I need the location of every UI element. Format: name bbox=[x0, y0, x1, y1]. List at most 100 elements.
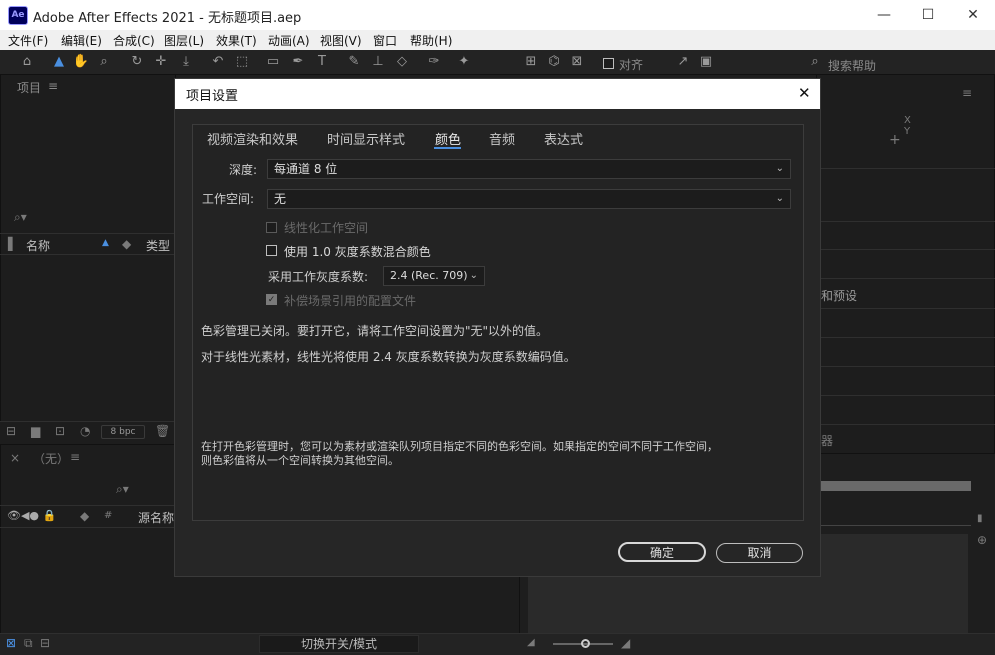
local-axis-icon[interactable]: ⊞ bbox=[522, 54, 540, 70]
working-gamma-dropdown[interactable]: 2.4 (Rec. 709) ⌄ bbox=[383, 266, 485, 286]
project-settings-icon[interactable]: ◔ bbox=[80, 424, 90, 438]
zoom-out-icon[interactable]: ◢ bbox=[527, 637, 535, 648]
ok-button[interactable]: 确定 bbox=[618, 542, 706, 562]
toggle-modes-icon[interactable]: ⧉ bbox=[24, 636, 33, 651]
cancel-button[interactable]: 取消 bbox=[716, 543, 803, 563]
info-linear-light: 对于线性光素材，线性光将使用 2.4 灰度系数转换为灰度系数编码值。 bbox=[201, 350, 576, 364]
pen-tool-icon[interactable]: ✒ bbox=[289, 54, 307, 70]
column-header-name[interactable]: 名称 bbox=[26, 237, 50, 254]
undo-tool-icon[interactable]: ↶ bbox=[209, 54, 227, 70]
toggle-switches-modes-button[interactable]: 切换开关/模式 bbox=[259, 635, 419, 653]
view-axis-icon[interactable]: ⊠ bbox=[568, 54, 586, 70]
camera-tool-icon[interactable]: ✛ bbox=[152, 54, 170, 70]
dialog-close-button[interactable]: ✕ bbox=[798, 84, 811, 102]
timeline-nav-icon[interactable]: ▮ bbox=[977, 513, 983, 524]
workspace-icon[interactable]: ▣ bbox=[697, 54, 715, 70]
menu-composition[interactable]: 合成(C) bbox=[113, 32, 155, 49]
eraser-tool-icon[interactable]: ◇ bbox=[393, 54, 411, 70]
project-panel bbox=[0, 74, 176, 444]
zoom-slider-handle[interactable] bbox=[581, 639, 590, 648]
workspace-value: 无 bbox=[274, 192, 287, 206]
chevron-down-icon: ⌄ bbox=[775, 193, 784, 204]
column-header-type[interactable]: 类型 bbox=[146, 237, 170, 254]
toggle-switches-icon[interactable]: ⊠ bbox=[6, 636, 16, 650]
project-settings-dialog: 项目设置 ✕ 视频渲染和效果 时间显示样式 颜色 音频 表达式 深度: 每通道 … bbox=[174, 78, 821, 577]
clone-stamp-tool-icon[interactable]: ⊥ bbox=[369, 54, 387, 70]
timeline-footer bbox=[0, 633, 995, 655]
minimize-button[interactable]: — bbox=[862, 0, 906, 30]
divider bbox=[816, 395, 995, 396]
anchor-tool-icon[interactable]: ⬚ bbox=[233, 54, 251, 70]
menu-window[interactable]: 窗口 bbox=[373, 32, 397, 49]
project-search-icon[interactable]: ⌕▾ bbox=[14, 210, 27, 225]
puppet-tool-icon[interactable]: ✦ bbox=[455, 54, 473, 70]
menu-animation[interactable]: 动画(A) bbox=[268, 32, 310, 49]
menu-help[interactable]: 帮助(H) bbox=[410, 32, 452, 49]
maximize-button[interactable]: ☐ bbox=[906, 0, 950, 30]
timeline-comp-name[interactable]: （无） bbox=[33, 450, 69, 467]
bpc-button[interactable]: 8 bpc bbox=[101, 425, 145, 439]
align-label: 对齐 bbox=[619, 58, 644, 72]
linearize-workspace-checkbox[interactable] bbox=[266, 222, 277, 233]
project-panel-title[interactable]: 项目 bbox=[17, 79, 41, 96]
zoom-in-icon[interactable]: ◢ bbox=[621, 636, 630, 650]
panel-partial-label[interactable]: 器 bbox=[821, 432, 833, 449]
snap-icon[interactable]: ↗ bbox=[674, 54, 692, 70]
column-header-source-name[interactable]: 源名称 bbox=[138, 509, 174, 526]
working-gamma-value: 2.4 (Rec. 709) bbox=[390, 269, 468, 282]
tab-time-display[interactable]: 时间显示样式 bbox=[327, 129, 405, 148]
pan-behind-tool-icon[interactable]: ⤓ bbox=[177, 54, 195, 70]
depth-label: 深度: bbox=[229, 163, 258, 177]
divider bbox=[816, 424, 995, 425]
info-y-label: Y bbox=[904, 126, 911, 137]
menu-file[interactable]: 文件(F) bbox=[8, 32, 48, 49]
work-area-bar[interactable] bbox=[816, 481, 971, 491]
new-folder-icon[interactable]: ▆ bbox=[31, 424, 40, 438]
zoom-tool-icon[interactable]: ⌕ bbox=[95, 54, 113, 70]
depth-dropdown[interactable]: 每通道 8 位 ⌄ bbox=[267, 159, 791, 179]
right-panel-menu-icon[interactable]: ≡ bbox=[962, 86, 972, 100]
rotate-tool-icon[interactable]: ↻ bbox=[128, 54, 146, 70]
timeline-menu-icon[interactable]: ≡ bbox=[70, 450, 80, 464]
av-switches-icons[interactable]: 👁◀● 🔒 bbox=[7, 509, 56, 522]
align-checkbox[interactable] bbox=[603, 58, 614, 69]
roto-brush-tool-icon[interactable]: ✑ bbox=[425, 54, 443, 70]
world-axis-icon[interactable]: ⌬ bbox=[545, 54, 563, 70]
divider bbox=[816, 308, 995, 309]
blend-gamma-checkbox[interactable] bbox=[266, 245, 277, 256]
compensate-profiles-checkbox[interactable]: ✓ bbox=[266, 294, 277, 305]
layer-number-header: # bbox=[104, 510, 113, 521]
menu-layer[interactable]: 图层(L) bbox=[164, 32, 204, 49]
delete-icon[interactable]: 🗑 bbox=[155, 424, 170, 438]
brush-tool-icon[interactable]: ✎ bbox=[345, 54, 363, 70]
hand-tool-icon[interactable]: ✋ bbox=[72, 54, 90, 70]
close-tab-icon[interactable]: × bbox=[10, 451, 20, 465]
workspace-dropdown[interactable]: 无 ⌄ bbox=[267, 189, 791, 209]
tab-color[interactable]: 颜色 bbox=[435, 129, 461, 148]
toggle-graph-icon[interactable]: ⊟ bbox=[40, 636, 50, 650]
sort-ascending-icon[interactable]: ▲ bbox=[102, 238, 109, 248]
timeline-search-icon[interactable]: ⌕▾ bbox=[116, 482, 129, 497]
menu-edit[interactable]: 编辑(E) bbox=[61, 32, 102, 49]
effects-presets-label[interactable]: 和预设 bbox=[821, 287, 857, 304]
tab-expressions[interactable]: 表达式 bbox=[544, 129, 583, 148]
interpret-footage-icon[interactable]: ⊟ bbox=[6, 424, 16, 438]
close-window-button[interactable]: ✕ bbox=[951, 0, 995, 30]
compensate-profiles-label: 补偿场景引用的配置文件 bbox=[284, 294, 417, 308]
menu-effect[interactable]: 效果(T) bbox=[216, 32, 257, 49]
search-help-input[interactable]: 搜索帮助 bbox=[828, 57, 876, 74]
selection-tool-icon[interactable]: ▲ bbox=[50, 54, 68, 70]
tab-video-rendering[interactable]: 视频渲染和效果 bbox=[207, 129, 298, 148]
rectangle-tool-icon[interactable]: ▭ bbox=[264, 54, 282, 70]
panel-menu-icon[interactable]: ≡ bbox=[48, 79, 58, 93]
divider bbox=[816, 249, 995, 250]
type-tool-icon[interactable]: T bbox=[313, 54, 331, 70]
divider bbox=[0, 527, 176, 528]
chevron-down-icon: ⌄ bbox=[775, 163, 784, 174]
menu-view[interactable]: 视图(V) bbox=[320, 32, 362, 49]
tab-audio[interactable]: 音频 bbox=[489, 129, 515, 148]
new-composition-icon[interactable]: ⊡ bbox=[55, 424, 65, 438]
comp-flowchart-icon[interactable]: ⊕ bbox=[977, 533, 987, 547]
home-icon[interactable]: ⌂ bbox=[18, 54, 36, 70]
label-tag-icon: ◆ bbox=[80, 509, 90, 523]
